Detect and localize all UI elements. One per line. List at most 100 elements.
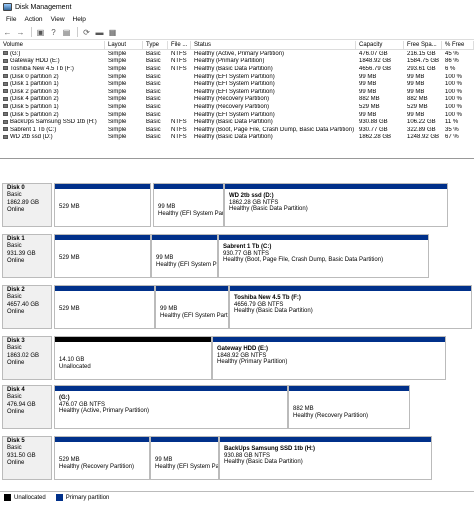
- table-cell: 6 %: [442, 66, 474, 72]
- cell-text: (Disk 2 partition 3): [10, 88, 59, 95]
- volume-list: Volume Layout Type File ... Status Capac…: [0, 40, 474, 159]
- disk-info[interactable]: Disk 3 Basic 1863.02 GB Online: [2, 336, 52, 380]
- cell-text: 930.88 GB: [359, 119, 388, 126]
- table-row[interactable]: (Disk 1 partition 1) Simple Basic Healthy (…: [0, 80, 474, 88]
- table-cell: (Disk 4 partition 2): [0, 96, 105, 102]
- cell-text: 322.89 GB: [407, 126, 436, 133]
- column-header-status[interactable]: Status: [191, 40, 356, 50]
- partition-block[interactable]: 99 MB Healthy (EFI System Pa: [151, 234, 218, 278]
- menu-view[interactable]: View: [47, 16, 69, 23]
- cell-text: 1248.92 GB: [407, 134, 440, 141]
- column-header-volume[interactable]: Volume: [0, 40, 105, 50]
- disk-info[interactable]: Disk 5 Basic 931.50 GB Online: [2, 436, 52, 480]
- table-row[interactable]: (Disk 2 partition 3) Simple Basic Healthy (…: [0, 88, 474, 96]
- column-header-capacity[interactable]: Capacity: [356, 40, 404, 50]
- partition-label: WD 2tb ssd (D:): [229, 193, 274, 199]
- cell-text: Healthy (Basic Data Partition): [194, 134, 273, 141]
- disk-size: 931.50 GB: [7, 452, 36, 459]
- partition-block[interactable]: 99 MB Healthy (EFI System Par: [153, 183, 224, 227]
- disk-icon[interactable]: ▬: [94, 27, 105, 38]
- table-cell: Simple: [105, 66, 143, 72]
- settings-icon[interactable]: ▦: [107, 27, 118, 38]
- partition-block[interactable]: 529 MB: [54, 183, 151, 227]
- column-header-file-system[interactable]: File ...: [168, 40, 191, 50]
- disk-name: Disk 5: [7, 438, 25, 444]
- partition-block[interactable]: 99 MB Healthy (EFI System Part: [155, 285, 229, 329]
- cell-text: BackUps Samsung SSD 1tb (H:): [10, 119, 97, 126]
- table-row[interactable]: Sabrent 1 Tb (C:) Simple Basic NTFS Healthy …: [0, 126, 474, 134]
- table-row[interactable]: Gateway HDD (E:) Simple Basic NTFS Healthy (…: [0, 58, 474, 66]
- table-row[interactable]: WD 2tb ssd (D:) Simple Basic NTFS Healthy (B…: [0, 134, 474, 142]
- table-cell: (G:): [0, 51, 105, 57]
- menu-file[interactable]: File: [2, 16, 20, 23]
- drive-icon: [3, 96, 8, 101]
- disk-row: Disk 1 Basic 931.39 GB Online 529 MB 99 MB Hea…: [2, 234, 472, 278]
- table-cell: Basic: [143, 81, 168, 87]
- disk-info[interactable]: Disk 4 Basic 476.94 GB Online: [2, 385, 52, 429]
- partition-size: 529 MB: [59, 457, 80, 463]
- table-cell: 100 %: [442, 112, 474, 118]
- console-icon[interactable]: ▤: [61, 27, 72, 38]
- back-icon[interactable]: ←: [2, 27, 13, 38]
- partition-block[interactable]: Sabrent 1 Tb (C:) 930.77 GB NTFS Healthy (…: [218, 234, 429, 278]
- refresh-icon[interactable]: ⟳: [81, 27, 92, 38]
- forward-icon[interactable]: →: [15, 27, 26, 38]
- table-cell: 1848.92 GB: [356, 58, 404, 64]
- legend-primary: Primary partition: [55, 494, 109, 501]
- table-row[interactable]: (Disk 5 partition 1) Simple Basic Healthy (…: [0, 103, 474, 111]
- cell-text: (Disk 5 partition 2): [10, 111, 59, 118]
- disk-info[interactable]: Disk 1 Basic 931.39 GB Online: [2, 234, 52, 278]
- menu-action[interactable]: Action: [20, 16, 46, 23]
- table-cell: Healthy (EFI System Partition): [191, 112, 356, 118]
- partition-text: (G:) 476.07 GB NTFS Healthy (Active, Prima…: [55, 391, 287, 415]
- properties-icon[interactable]: ▣: [35, 27, 46, 38]
- table-cell: 99 MB: [356, 89, 404, 95]
- table-row[interactable]: (G:) Simple Basic NTFS Healthy (Active, Prim…: [0, 50, 474, 58]
- partition-block[interactable]: Gateway HDD (E:) 1848.92 GB NTFS Healthy (…: [212, 336, 446, 380]
- help-icon[interactable]: ?: [48, 27, 59, 38]
- table-cell: Healthy (EFI System Partition): [191, 81, 356, 87]
- unallocated-space[interactable]: 14.10 GB Unallocated: [54, 336, 212, 380]
- volume-list-body: (G:) Simple Basic NTFS Healthy (Active, Prim…: [0, 50, 474, 141]
- disk-name: Disk 4: [7, 387, 25, 393]
- table-row[interactable]: (Disk 4 partition 2) Simple Basic Healthy (…: [0, 96, 474, 104]
- table-row[interactable]: BackUps Samsung SSD 1tb (H:) Simple Basic N…: [0, 118, 474, 126]
- table-cell: 35 %: [442, 127, 474, 133]
- table-cell: 45 %: [442, 51, 474, 57]
- table-row[interactable]: (Disk 0 partition 2) Simple Basic Healthy (…: [0, 73, 474, 81]
- disk-status: Online: [7, 460, 25, 467]
- column-header-percent-free[interactable]: % Free: [442, 40, 474, 50]
- cell-text: Simple: [108, 65, 127, 72]
- menu-help[interactable]: Help: [69, 16, 90, 23]
- table-cell: NTFS: [168, 58, 191, 64]
- partition-status: Healthy (EFI System Pa: [155, 463, 218, 470]
- partition-block[interactable]: BackUps Samsung SSD 1tb (H:) 930.88 GB NT…: [219, 436, 432, 480]
- table-cell: Basic: [143, 58, 168, 64]
- disk-info[interactable]: Disk 2 Basic 4657.40 GB Online: [2, 285, 52, 329]
- partition-block[interactable]: Toshiba New 4.5 Tb (F:) 4656.79 GB NTFS He…: [229, 285, 472, 329]
- partition-block[interactable]: 529 MB: [54, 285, 155, 329]
- cell-text: 529 MB: [407, 103, 428, 110]
- cell-text: NTFS: [171, 58, 187, 65]
- partition-block[interactable]: WD 2tb ssd (D:) 1862.28 GB NTFS Healthy (B…: [224, 183, 448, 227]
- partition-status: Healthy (Basic Data Partition): [224, 459, 303, 466]
- table-cell: 99 MB: [404, 81, 442, 87]
- column-header-layout[interactable]: Layout: [105, 40, 143, 50]
- partition-block[interactable]: 529 MB Healthy (Recovery Partition): [54, 436, 150, 480]
- table-row[interactable]: Toshiba New 4.5 Tb (F:) Simple Basic NTFS He…: [0, 65, 474, 73]
- table-row[interactable]: (Disk 5 partition 2) Simple Basic Healthy (…: [0, 111, 474, 119]
- disk-info[interactable]: Disk 0 Basic 1862.89 GB Online: [2, 183, 52, 227]
- partition-block[interactable]: (G:) 476.07 GB NTFS Healthy (Active, Prima…: [54, 385, 288, 429]
- column-header-free-space[interactable]: Free Spa...: [404, 40, 442, 50]
- table-cell: Basic: [143, 119, 168, 125]
- partition-block[interactable]: 882 MB Healthy (Recovery Partition): [288, 385, 410, 429]
- partition-block[interactable]: 99 MB Healthy (EFI System Pa: [150, 436, 219, 480]
- cell-text: Simple: [108, 81, 127, 88]
- partition-block[interactable]: 529 MB: [54, 234, 151, 278]
- column-header-type[interactable]: Type: [143, 40, 168, 50]
- disk-size: 1862.89 GB: [7, 199, 40, 206]
- drive-icon: [3, 81, 8, 86]
- cell-text: Basic: [146, 126, 161, 133]
- cell-text: Basic: [146, 73, 161, 80]
- table-cell: Healthy (Basic Data Partition): [191, 66, 356, 72]
